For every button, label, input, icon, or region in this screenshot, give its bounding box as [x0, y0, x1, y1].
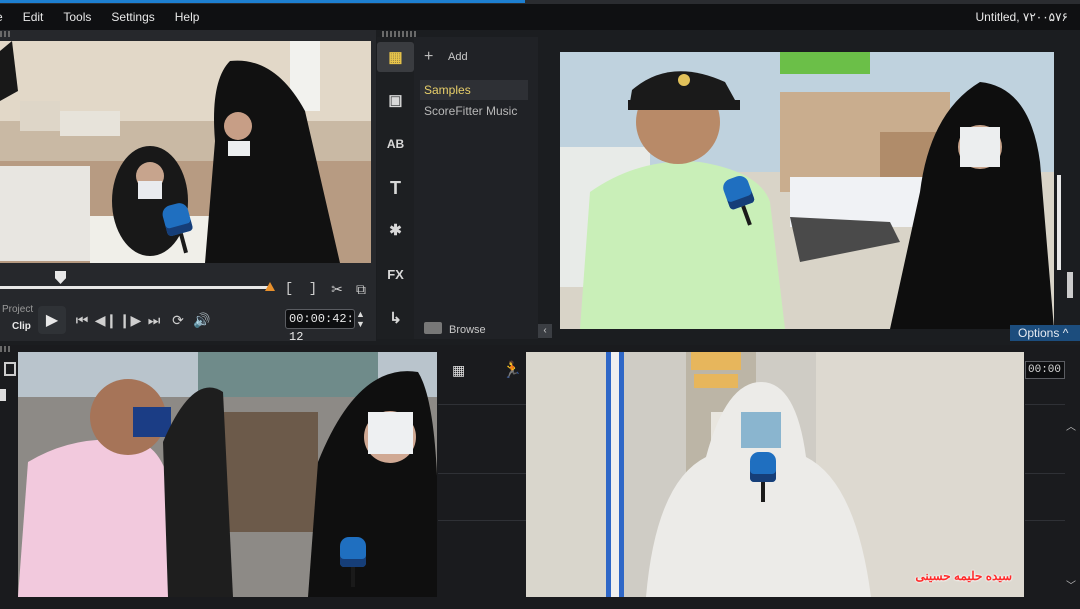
- browse-button[interactable]: Browse: [449, 324, 486, 336]
- preview-video: [0, 41, 371, 263]
- timeline-grip[interactable]: [0, 346, 12, 352]
- menu-help[interactable]: Help: [165, 10, 210, 24]
- timeline-video-right: سیده حلیمه حسینی: [526, 352, 1024, 597]
- library-scene-illustration: [560, 52, 1054, 329]
- menu-bar: e Edit Tools Settings Help: [0, 4, 1080, 30]
- run-icon[interactable]: 🏃: [502, 360, 522, 380]
- volume-icon[interactable]: 🔊: [190, 308, 214, 332]
- menu-tools[interactable]: Tools: [53, 10, 101, 24]
- media-icon[interactable]: ▦: [377, 42, 414, 72]
- mark-in-button[interactable]: [: [277, 277, 301, 301]
- scissors-icon[interactable]: ✂: [325, 277, 349, 301]
- storyboard-icon[interactable]: ▦: [452, 362, 465, 379]
- library-scrollbar[interactable]: [1057, 175, 1061, 270]
- track-divider: [1025, 404, 1065, 405]
- collapse-icon[interactable]: ‹: [538, 324, 552, 338]
- timecode-stepper[interactable]: ▲ ▼: [356, 309, 365, 329]
- options-button[interactable]: Options ^: [1010, 325, 1080, 341]
- library-video: [560, 52, 1054, 329]
- trim-marker[interactable]: [265, 282, 275, 291]
- timeline-video-left: [18, 352, 437, 597]
- menu-edit[interactable]: Edit: [13, 10, 54, 24]
- library-item-scorefitter[interactable]: ScoreFitter Music: [420, 101, 528, 121]
- preview-timecode[interactable]: 00:00:42: 12: [285, 309, 355, 344]
- path-icon[interactable]: ↳: [377, 303, 414, 333]
- options-label: Options: [1018, 326, 1060, 340]
- play-button[interactable]: ▶: [38, 306, 66, 334]
- track-divider: [1025, 520, 1065, 521]
- microphone: [340, 537, 366, 587]
- mark-out-button[interactable]: ]: [301, 277, 325, 301]
- prev-icon[interactable]: ⏮: [70, 308, 94, 332]
- window-title: Untitled, ۷۲۰۰۵۷۶: [975, 10, 1068, 24]
- next-icon[interactable]: ⏭: [142, 308, 166, 332]
- library-scrollbar-2[interactable]: [1067, 272, 1073, 298]
- library-toolbar: ▦ ▣ AB T ✱ FX ↳: [377, 37, 414, 339]
- instant-project-icon[interactable]: ▣: [377, 85, 414, 115]
- title-icon[interactable]: AB: [377, 129, 414, 159]
- menu-file-partial[interactable]: e: [0, 10, 13, 24]
- timeline-left-scene-illustration: [18, 352, 437, 597]
- name-caption: سیده حلیمه حسینی: [915, 569, 1012, 583]
- track-divider: [438, 473, 528, 474]
- library-item-samples[interactable]: Samples: [420, 80, 528, 100]
- track-divider: [438, 404, 528, 405]
- accent-line: [0, 0, 525, 3]
- step-forward-icon[interactable]: ❙▶: [118, 308, 142, 332]
- transition-icon[interactable]: ✱: [377, 215, 414, 245]
- track-divider: [1025, 473, 1065, 474]
- scroll-up-icon[interactable]: ︿: [1066, 418, 1076, 433]
- preview-grip[interactable]: [0, 31, 12, 37]
- mode-project[interactable]: Project: [2, 304, 33, 315]
- track-divider: [438, 520, 528, 521]
- timeline-timecode[interactable]: 00:00: [1025, 361, 1065, 379]
- scrub-bar[interactable]: [0, 286, 272, 289]
- mode-clip[interactable]: Clip: [12, 321, 31, 332]
- track-button[interactable]: [0, 389, 6, 401]
- chevron-up-icon: ^: [1062, 326, 1069, 340]
- scroll-down-icon[interactable]: ﹀: [1066, 577, 1076, 592]
- browse-icon[interactable]: [424, 322, 442, 334]
- text-icon[interactable]: T: [377, 173, 414, 203]
- step-back-icon[interactable]: ◀❙: [94, 308, 118, 332]
- add-button[interactable]: Add: [448, 51, 468, 63]
- copy-icon[interactable]: ⧉: [349, 277, 373, 301]
- repeat-icon[interactable]: ⟳: [166, 308, 190, 332]
- fx-icon[interactable]: FX: [377, 259, 414, 289]
- play-icon: ▶: [45, 312, 59, 329]
- menu-settings[interactable]: Settings: [101, 10, 164, 24]
- library-list: + Add Samples ScoreFitter Music Browse: [414, 37, 538, 339]
- add-icon[interactable]: +: [424, 48, 433, 66]
- timeline-left-icon[interactable]: [4, 362, 16, 376]
- microphone: [750, 452, 776, 502]
